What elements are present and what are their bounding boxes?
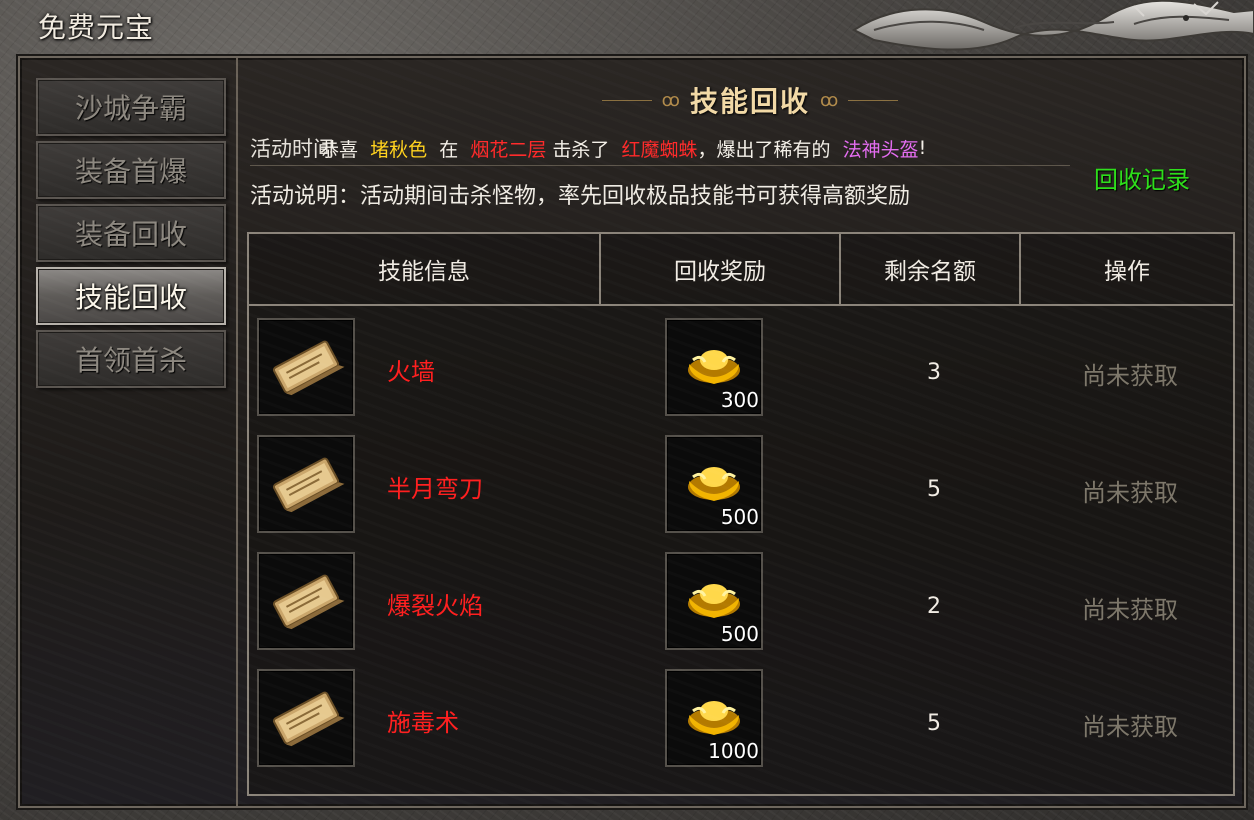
sidebar-item-equip-recycle[interactable]: 装备回收 bbox=[36, 204, 226, 262]
remaining-count: 5 bbox=[927, 711, 941, 736]
skill-name: 半月弯刀 bbox=[387, 475, 483, 503]
remaining-count: 3 bbox=[927, 360, 941, 385]
sidebar-item-boss-first-kill[interactable]: 首领首杀 bbox=[36, 330, 226, 388]
claim-button[interactable]: 尚未获取 bbox=[1025, 473, 1235, 508]
activity-time-line: 活动时间 恭喜 堵秋色 在 烟花二层 击杀了 红魔蜘蛛 ，爆出了稀有的 法神头盔… bbox=[250, 130, 1070, 166]
broadcast-monster: 红魔蜘蛛 bbox=[621, 138, 698, 161]
sidebar-item-skill-recycle[interactable]: 技能回收 bbox=[36, 267, 226, 325]
sidebar: 沙城争霸 装备首爆 装备回收 技能回收 首领首杀 bbox=[20, 58, 238, 806]
reward-amount: 300 bbox=[720, 388, 759, 412]
table-row: 施毒术 1000 5 尚未获取 bbox=[249, 669, 1233, 786]
skill-recycle-table: 技能信息 回收奖励 剩余名额 操作 火墙 300 3 尚未获取 半月弯刀 500… bbox=[247, 232, 1235, 796]
broadcast-map: 烟花二层 bbox=[470, 138, 547, 161]
broadcast-text: 在 bbox=[439, 138, 459, 161]
sidebar-item-label: 装备回收 bbox=[74, 218, 187, 251]
main-panel: 沙城争霸 装备首爆 装备回收 技能回收 首领首杀 ꝏ 技能回收 ꝏ 活动时间 恭… bbox=[18, 56, 1246, 808]
remaining-count: 2 bbox=[927, 594, 941, 619]
broadcast-item: 法神头盔 bbox=[842, 138, 919, 161]
broadcast-text: 击杀了 bbox=[552, 138, 610, 161]
broadcast-text: ，爆出了稀有的 bbox=[697, 138, 831, 161]
reward-amount: 500 bbox=[720, 505, 759, 529]
sidebar-item-label: 装备首爆 bbox=[74, 155, 187, 188]
heading-divider bbox=[601, 99, 652, 101]
claim-button[interactable]: 尚未获取 bbox=[1025, 707, 1235, 742]
recycle-record-link[interactable]: 回收记录 bbox=[1094, 160, 1190, 195]
activity-description: 活动说明：活动期间击杀怪物，率先回收极品技能书可获得高额奖励 bbox=[250, 184, 911, 209]
reward-amount: 500 bbox=[720, 622, 759, 646]
section-heading: ꝏ 技能回收 ꝏ bbox=[580, 80, 920, 120]
skill-book-icon[interactable] bbox=[257, 669, 355, 767]
table-header: 技能信息 回收奖励 剩余名额 操作 bbox=[249, 234, 1233, 306]
sidebar-item-label: 技能回收 bbox=[74, 281, 187, 314]
skill-book-icon[interactable] bbox=[257, 435, 355, 533]
reward-slot[interactable]: 500 bbox=[665, 435, 763, 533]
sidebar-item-label: 沙城争霸 bbox=[74, 92, 187, 125]
column-header: 操作 bbox=[1104, 259, 1150, 285]
column-header: 技能信息 bbox=[249, 234, 601, 304]
broadcast-text: 恭喜 bbox=[320, 138, 359, 161]
skill-name: 火墙 bbox=[387, 358, 435, 386]
table-row: 火墙 300 3 尚未获取 bbox=[249, 318, 1233, 435]
window-title: 免费元宝 bbox=[38, 11, 155, 44]
claim-button[interactable]: 尚未获取 bbox=[1025, 590, 1235, 625]
scroll-ornament-icon: ꝏ bbox=[820, 89, 839, 111]
skill-name: 爆裂火焰 bbox=[387, 592, 483, 620]
scroll-ornament-icon: ꝏ bbox=[661, 89, 680, 111]
heading-divider bbox=[848, 99, 899, 101]
remaining-count: 5 bbox=[927, 477, 941, 502]
dragon-ornament-icon bbox=[851, 0, 1254, 51]
table-row: 爆裂火焰 500 2 尚未获取 bbox=[249, 552, 1233, 669]
reward-slot[interactable]: 1000 bbox=[665, 669, 763, 767]
reward-slot[interactable]: 500 bbox=[665, 552, 763, 650]
broadcast-message: 恭喜 堵秋色 在 烟花二层 击杀了 红魔蜘蛛 ，爆出了稀有的 法神头盔 ! bbox=[320, 132, 926, 164]
skill-name: 施毒术 bbox=[387, 709, 459, 737]
column-header: 回收奖励 bbox=[601, 234, 841, 304]
reward-slot[interactable]: 300 bbox=[665, 318, 763, 416]
sidebar-item-sha-city[interactable]: 沙城争霸 bbox=[36, 78, 226, 136]
skill-book-icon[interactable] bbox=[257, 318, 355, 416]
skill-book-icon[interactable] bbox=[257, 552, 355, 650]
reward-amount: 1000 bbox=[708, 739, 759, 763]
broadcast-text: ! bbox=[918, 137, 927, 159]
claim-button[interactable]: 尚未获取 bbox=[1025, 356, 1235, 391]
page-title: 技能回收 bbox=[689, 85, 810, 118]
broadcast-player: 堵秋色 bbox=[370, 138, 428, 161]
sidebar-item-equip-first-drop[interactable]: 装备首爆 bbox=[36, 141, 226, 199]
column-header: 剩余名额 bbox=[841, 234, 1021, 304]
table-row: 半月弯刀 500 5 尚未获取 bbox=[249, 435, 1233, 552]
sidebar-item-label: 首领首杀 bbox=[74, 344, 187, 377]
